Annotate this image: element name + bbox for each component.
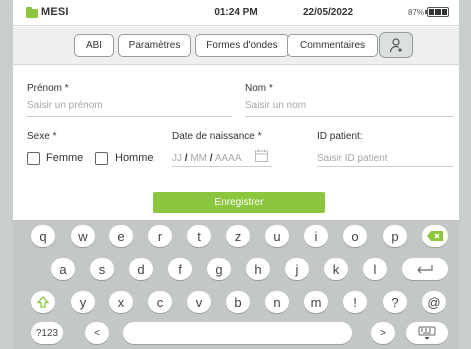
key-n[interactable]: n — [265, 291, 289, 313]
id-underline — [317, 166, 453, 167]
tab-parametres[interactable]: Paramètres — [118, 34, 191, 57]
key-v[interactable]: v — [187, 291, 211, 313]
dob-label: Date de naissance * — [172, 131, 262, 142]
prenom-underline — [27, 116, 232, 117]
tab-abi[interactable]: ABI — [74, 34, 114, 57]
key-w[interactable]: w — [71, 225, 95, 247]
homme-label: Homme — [115, 152, 154, 164]
key-m[interactable]: m — [304, 291, 328, 313]
key-exclamation[interactable]: ! — [343, 291, 367, 313]
id-input[interactable]: Saisir ID patient — [317, 153, 388, 164]
cursor-left-key[interactable]: < — [85, 322, 109, 344]
key-k[interactable]: k — [324, 258, 348, 280]
add-patient-button[interactable] — [379, 32, 413, 58]
hide-keyboard-key[interactable] — [406, 322, 448, 344]
cursor-right-key[interactable]: > — [371, 322, 395, 344]
key-a[interactable]: a — [51, 258, 75, 280]
femme-checkbox[interactable] — [27, 152, 40, 165]
battery-icon — [425, 7, 449, 17]
homme-checkbox[interactable] — [95, 152, 108, 165]
status-bar: MESI 01:24 PM 22/05/2022 87% — [13, 0, 459, 26]
top-nav: ABI Paramètres Formes d'ondes Commentair… — [13, 27, 459, 65]
tab-commentaires[interactable]: Commentaires — [287, 34, 378, 57]
save-button[interactable]: Enregistrer — [153, 192, 325, 213]
key-question[interactable]: ? — [383, 291, 407, 313]
key-g[interactable]: g — [207, 258, 231, 280]
symbols-key[interactable]: ?123 — [31, 322, 63, 344]
battery-percent: 87% — [407, 7, 424, 17]
key-l[interactable]: l — [363, 258, 387, 280]
date: 22/05/2022 — [303, 7, 354, 18]
add-patient-icon — [389, 38, 402, 53]
key-z[interactable]: z — [226, 225, 250, 247]
enter-icon — [417, 265, 433, 274]
key-f[interactable]: f — [168, 258, 192, 280]
key-b[interactable]: b — [226, 291, 250, 313]
key-c[interactable]: c — [148, 291, 172, 313]
key-s[interactable]: s — [90, 258, 114, 280]
key-x[interactable]: x — [109, 291, 133, 313]
femme-label: Femme — [46, 152, 84, 164]
clock: 01:24 PM — [214, 7, 258, 18]
key-r[interactable]: r — [148, 225, 172, 247]
shift-icon — [37, 296, 49, 308]
dob-day: JJ — [172, 153, 182, 164]
keyboard-hide-icon — [418, 326, 436, 340]
key-d[interactable]: d — [129, 258, 153, 280]
key-o[interactable]: o — [343, 225, 367, 247]
key-i[interactable]: i — [304, 225, 328, 247]
key-q[interactable]: q — [31, 225, 55, 247]
onscreen-keyboard: q w e r t z u i o p a s d f g h j k l y … — [13, 220, 459, 349]
key-p[interactable]: p — [383, 225, 407, 247]
nom-underline — [245, 116, 453, 117]
backspace-icon — [427, 231, 443, 241]
backspace-key[interactable] — [422, 225, 448, 247]
key-h[interactable]: h — [246, 258, 270, 280]
key-e[interactable]: e — [109, 225, 133, 247]
key-y[interactable]: y — [71, 291, 95, 313]
dob-separator: / — [184, 153, 188, 164]
dob-underline — [172, 166, 272, 167]
key-j[interactable]: j — [285, 258, 309, 280]
key-u[interactable]: u — [265, 225, 289, 247]
prenom-label: Prénom * — [27, 83, 69, 94]
dob-input[interactable]: JJ / MM / AAAA — [172, 153, 242, 164]
calendar-icon[interactable] — [255, 149, 268, 162]
nom-label: Nom * — [245, 83, 273, 94]
dob-separator: / — [209, 153, 213, 164]
key-at[interactable]: @ — [422, 291, 446, 313]
prenom-input[interactable]: Saisir un prénom — [27, 100, 103, 111]
enter-key[interactable] — [402, 258, 448, 280]
app-screen: MESI 01:24 PM 22/05/2022 87% ABI Paramèt… — [13, 0, 459, 349]
dob-year: AAAA — [214, 153, 242, 164]
space-key[interactable] — [123, 322, 352, 344]
nom-input[interactable]: Saisir un nom — [245, 100, 306, 111]
tab-formes-ondes[interactable]: Formes d'ondes — [195, 34, 289, 57]
key-t[interactable]: t — [187, 225, 211, 247]
battery-indicator: 87% — [408, 7, 449, 17]
shift-key[interactable] — [31, 291, 55, 313]
id-label: ID patient: — [317, 131, 363, 142]
sexe-label: Sexe * — [27, 131, 57, 142]
dob-month: MM — [190, 153, 208, 164]
